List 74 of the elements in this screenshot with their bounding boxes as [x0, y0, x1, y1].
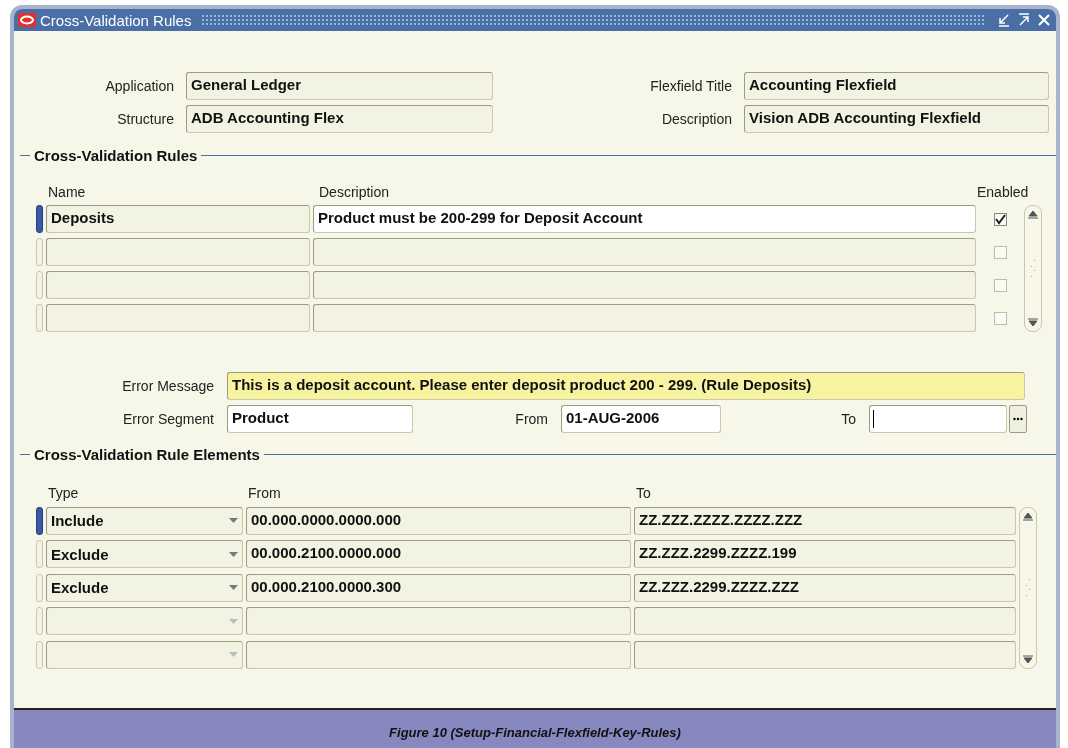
- maximize-icon[interactable]: [1016, 12, 1032, 28]
- dropdown-arrow-icon: [229, 518, 238, 523]
- field-label: Structure: [116, 111, 174, 127]
- grip-icon[interactable]: [1029, 257, 1037, 280]
- text-field[interactable]: ADB Accounting Flex: [186, 105, 493, 133]
- type-dropdown[interactable]: [46, 640, 243, 669]
- logo-icon: [18, 13, 36, 27]
- type-dropdown[interactable]: Exclude: [46, 540, 243, 568]
- column-header: Type: [47, 485, 80, 501]
- close-icon[interactable]: [1036, 12, 1052, 28]
- row-indicator[interactable]: [36, 506, 43, 535]
- field-label: Application: [104, 78, 174, 94]
- date-field[interactable]: [869, 405, 1007, 433]
- ellipsis-icon: [1013, 417, 1023, 421]
- row-indicator[interactable]: [36, 205, 43, 233]
- field-label: Error Segment: [121, 411, 214, 427]
- minimize-icon[interactable]: [996, 12, 1012, 28]
- column-header: Description: [318, 184, 391, 200]
- enabled-checkbox[interactable]: [993, 278, 1007, 292]
- field-label: To: [840, 411, 856, 427]
- name-field[interactable]: [46, 271, 310, 299]
- to-field[interactable]: ZZ.ZZZ.2299.ZZZZ.199: [634, 540, 1016, 568]
- name-field[interactable]: [46, 304, 310, 332]
- column-header: Enabled: [977, 184, 1029, 200]
- window-title: Cross-Validation Rules: [40, 11, 192, 29]
- column-header: To: [635, 485, 652, 501]
- error-message-field[interactable]: This is a deposit account. Please enter deposit product 200 - 299. (Rule Deposits): [227, 372, 1025, 400]
- column-header: Name: [47, 184, 87, 200]
- from-field[interactable]: [246, 640, 631, 669]
- to-field[interactable]: [634, 607, 1016, 635]
- scroll-down-icon[interactable]: [1027, 318, 1039, 328]
- type-dropdown[interactable]: [46, 607, 243, 635]
- name-field[interactable]: Deposits: [46, 205, 310, 233]
- from-field[interactable]: [246, 607, 631, 635]
- description-field[interactable]: Product must be 200-299 for Deposit Account: [313, 205, 976, 233]
- dropdown-arrow-icon: [229, 652, 238, 657]
- field-label: Description: [660, 111, 732, 127]
- text-field[interactable]: Vision ADB Accounting Flexfield: [744, 105, 1049, 133]
- from-field[interactable]: 00.000.0000.0000.000: [246, 506, 631, 535]
- segment-field[interactable]: Product: [227, 405, 413, 433]
- to-field[interactable]: [634, 640, 1016, 669]
- dropdown-arrow-icon: [229, 585, 238, 590]
- section-title: Cross-Validation Rule Elements: [33, 446, 261, 463]
- from-field[interactable]: 00.000.2100.0000.000: [246, 540, 631, 568]
- field-label: Flexfield Title: [649, 78, 732, 94]
- enabled-checkbox[interactable]: [993, 212, 1007, 226]
- from-field[interactable]: 00.000.2100.0000.300: [246, 573, 631, 602]
- field-label: Error Message: [121, 378, 214, 394]
- to-field[interactable]: ZZ.ZZZ.2299.ZZZZ.ZZZ: [634, 573, 1016, 602]
- date-field[interactable]: 01-AUG-2006: [561, 405, 721, 433]
- section-title: Cross-Validation Rules: [33, 147, 199, 164]
- grip-icon[interactable]: [1024, 576, 1032, 599]
- dropdown-arrow-icon: [229, 551, 238, 557]
- lov-button[interactable]: [1009, 405, 1027, 433]
- text-field[interactable]: Accounting Flexfield: [744, 72, 1049, 100]
- name-field[interactable]: [46, 238, 310, 266]
- scroll-up-icon[interactable]: [1022, 510, 1034, 521]
- enabled-checkbox[interactable]: [993, 245, 1007, 259]
- description-field[interactable]: [313, 238, 976, 266]
- type-dropdown[interactable]: Exclude: [46, 573, 243, 602]
- description-field[interactable]: [313, 271, 976, 299]
- description-field[interactable]: [313, 304, 976, 332]
- scrollbar[interactable]: [1024, 205, 1042, 332]
- field-label: From: [514, 411, 548, 427]
- scroll-up-icon[interactable]: [1027, 209, 1039, 219]
- text-field[interactable]: General Ledger: [186, 72, 493, 100]
- dropdown-arrow-icon: [229, 618, 238, 624]
- figure-caption: Figure 10 (Setup-Financial-Flexfield-Key-Rules): [14, 708, 1056, 748]
- scrollbar[interactable]: [1019, 506, 1037, 669]
- scroll-down-icon[interactable]: [1022, 654, 1034, 665]
- column-header: From: [247, 485, 282, 501]
- enabled-checkbox[interactable]: [993, 311, 1007, 325]
- to-field[interactable]: ZZ.ZZZ.ZZZZ.ZZZZ.ZZZ: [634, 506, 1016, 535]
- type-dropdown[interactable]: Include: [46, 506, 243, 535]
